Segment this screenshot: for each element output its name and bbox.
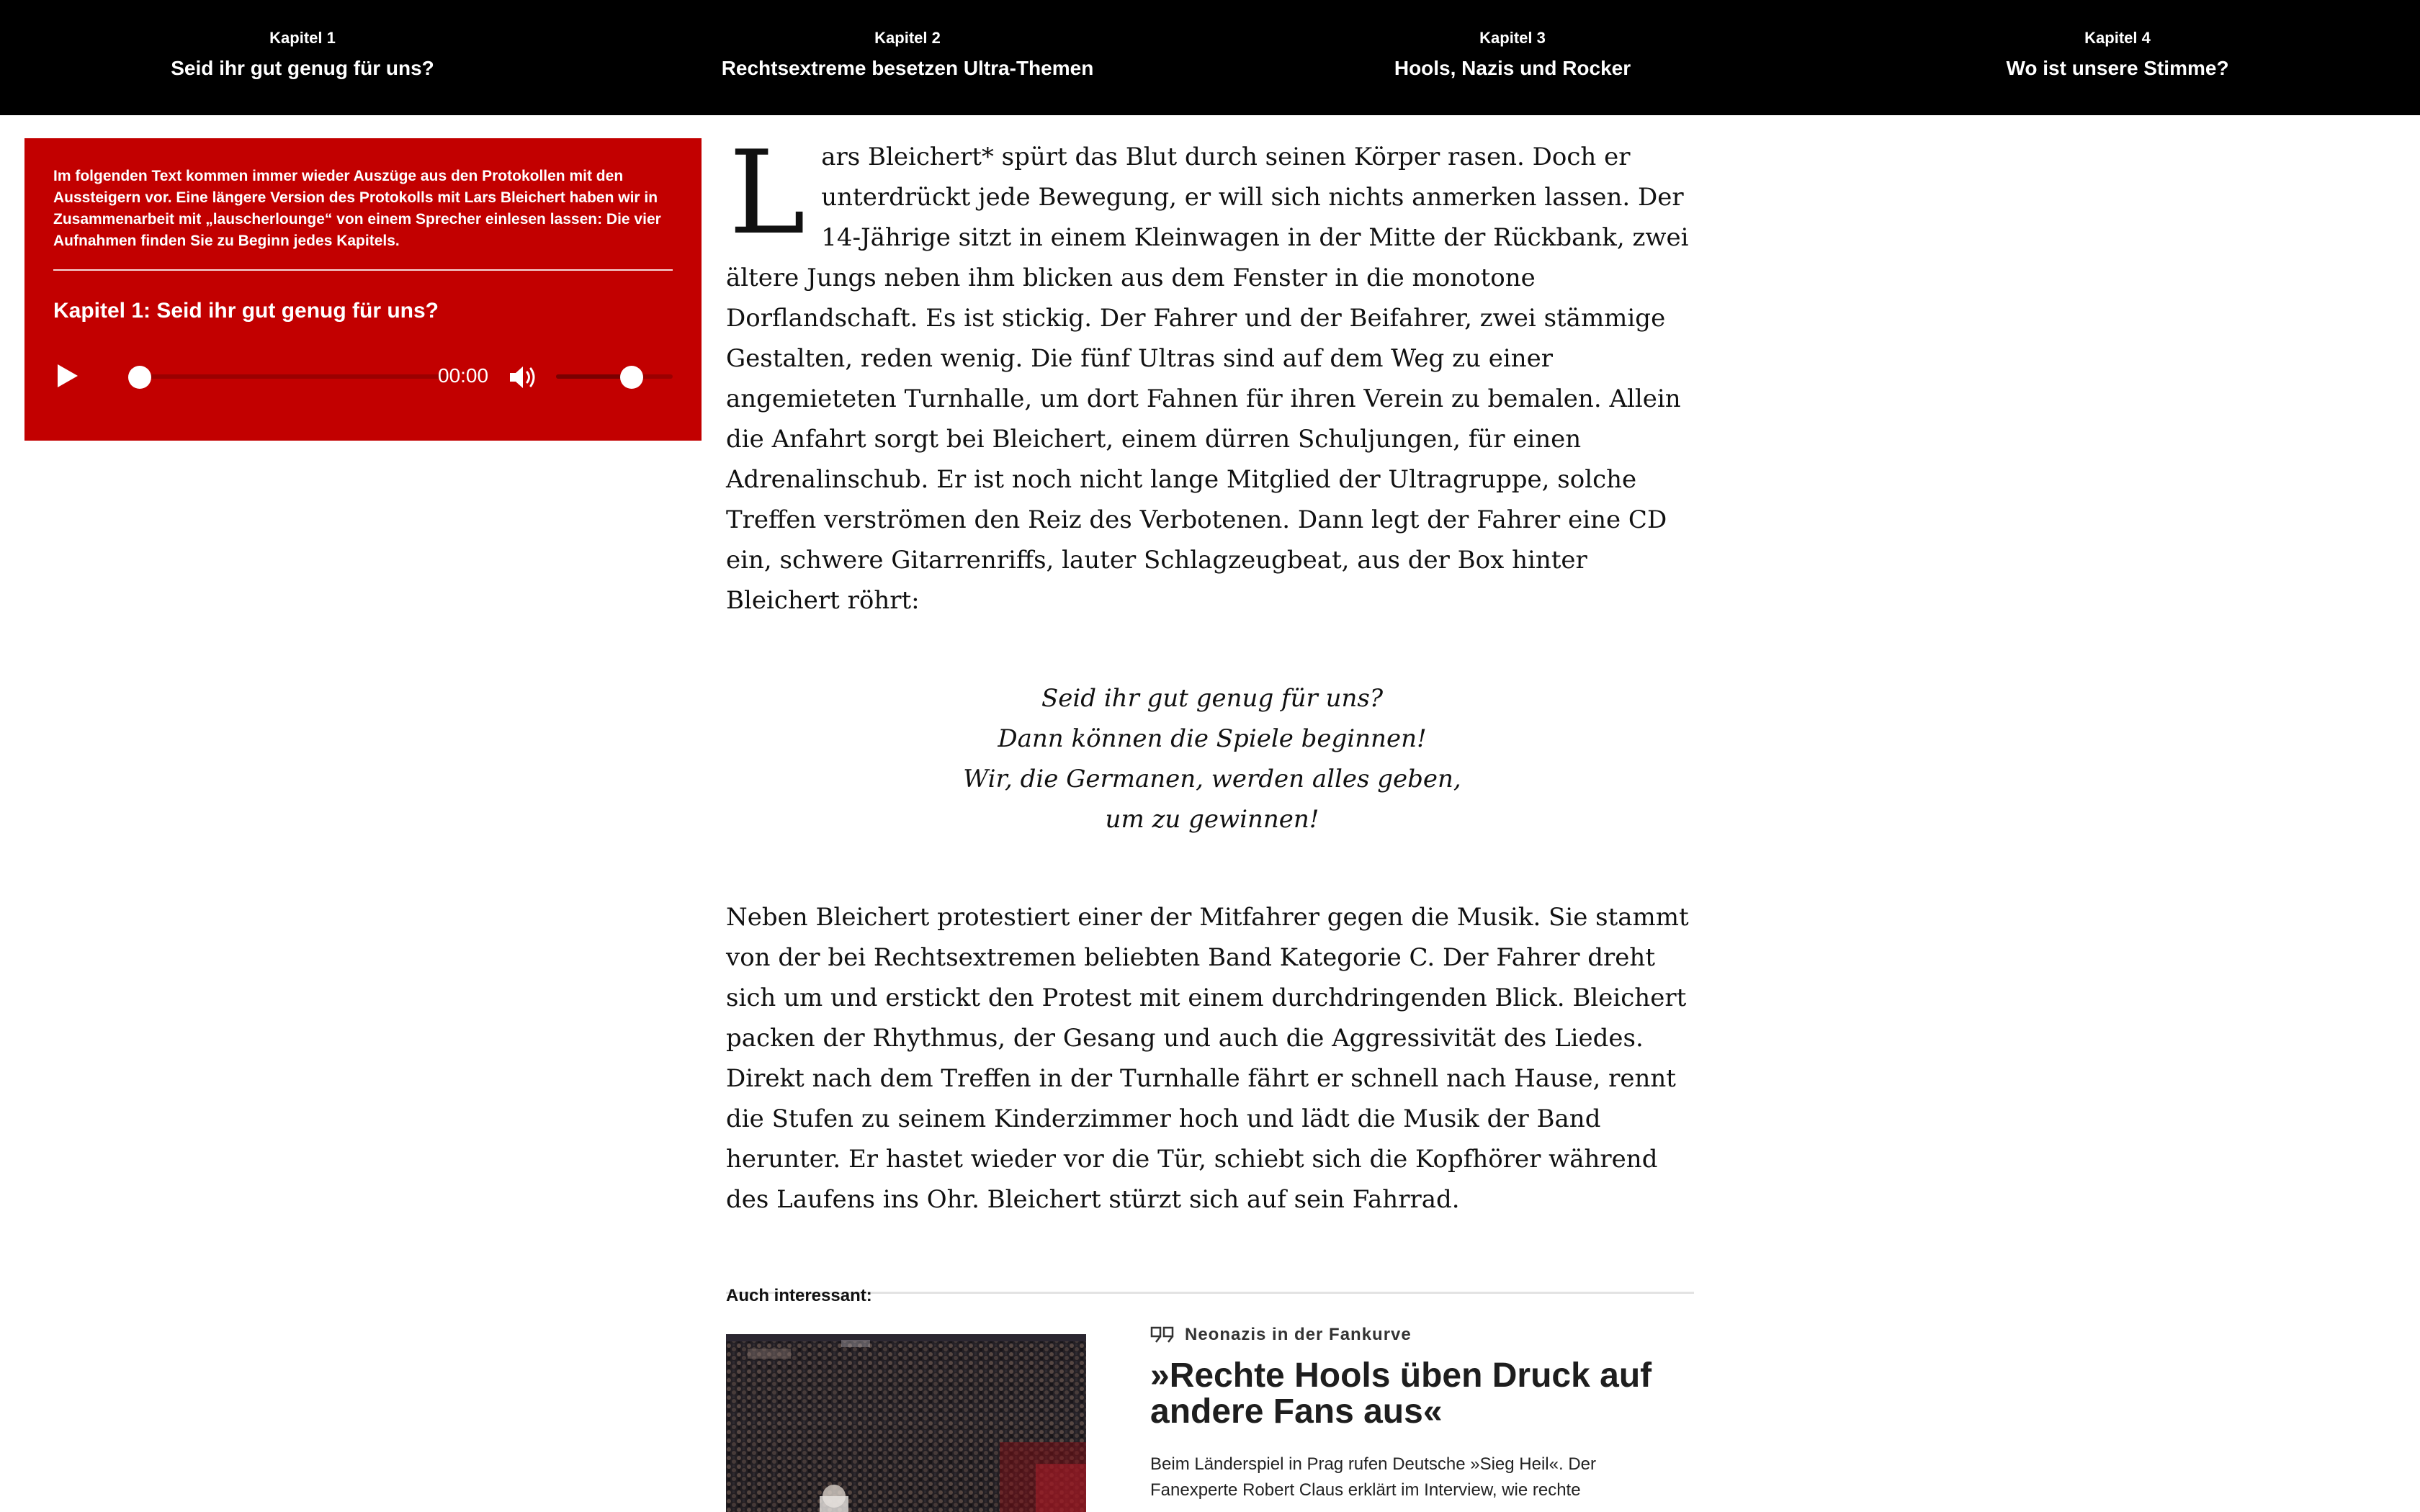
article-paragraph-2: Neben Bleichert protestiert einer der Mi… bbox=[726, 903, 1689, 1214]
teaser-headline-link[interactable]: »Rechte Hools üben Druck auf andere Fans… bbox=[1150, 1358, 1669, 1430]
chapter-title: Seid ihr gut genug für uns? bbox=[171, 57, 434, 79]
time-display: 00:00 bbox=[438, 364, 489, 387]
lyrics-line: Seid ihr gut genug für uns? bbox=[1041, 684, 1384, 713]
teaser-kicker: Neonazis in der Fankurve bbox=[1150, 1325, 1412, 1345]
quote-icon bbox=[1150, 1326, 1174, 1343]
progress-handle[interactable] bbox=[128, 366, 151, 389]
chapter-kicker: Kapitel 4 bbox=[2084, 29, 2151, 47]
speaker-icon[interactable] bbox=[508, 364, 539, 390]
chapter-title: Rechtsextreme besetzen Ultra-Themen bbox=[721, 57, 1094, 79]
chapter-tab-4[interactable]: Kapitel 4 Wo ist unsere Stimme? bbox=[1815, 0, 2420, 115]
teaser-lead: Beim Länderspiel in Prag rufen Deutsche … bbox=[1150, 1454, 1596, 1500]
volume-handle[interactable] bbox=[620, 366, 644, 389]
stadium-crowd-image bbox=[726, 1334, 1086, 1512]
progress-track[interactable] bbox=[131, 374, 448, 379]
chapter-title: Hools, Nazis und Rocker bbox=[1394, 57, 1631, 79]
article-paragraph-1: Lars Bleichert* spürt das Blut durch sei… bbox=[726, 125, 1698, 621]
drop-cap: L bbox=[729, 125, 806, 260]
chapter-tab-3[interactable]: Kapitel 3 Hools, Nazis und Rocker bbox=[1210, 0, 1815, 115]
chapter-kicker: Kapitel 3 bbox=[1479, 29, 1546, 47]
related-label: Auch interessant: bbox=[726, 1286, 872, 1305]
chapter-kicker: Kapitel 1 bbox=[269, 29, 336, 47]
lyrics-line: Wir, die Germanen, werden alles geben, bbox=[963, 765, 1461, 793]
chapter-tab-1[interactable]: Kapitel 1 Seid ihr gut genug für uns? bbox=[0, 0, 605, 115]
play-icon[interactable] bbox=[55, 361, 81, 390]
lyrics-line: um zu gewinnen! bbox=[1105, 805, 1319, 834]
chapter-tab-2[interactable]: Kapitel 2 Rechtsextreme besetzen Ultra-T… bbox=[605, 0, 1210, 115]
audio-box: Im folgenden Text kommen immer wieder Au… bbox=[24, 138, 702, 441]
lyrics-line: Dann können die Spiele beginnen! bbox=[998, 724, 1427, 753]
audio-chapter-title: Kapitel 1: Seid ihr gut genug für uns? bbox=[53, 299, 439, 323]
audio-divider bbox=[53, 269, 673, 271]
chapter-title: Wo ist unsere Stimme? bbox=[2006, 57, 2229, 79]
song-lyrics: Seid ihr gut genug für uns? Dann können … bbox=[726, 678, 1698, 840]
chapter-kicker: Kapitel 2 bbox=[874, 29, 941, 47]
teaser-image[interactable] bbox=[726, 1334, 1086, 1512]
volume-track[interactable] bbox=[556, 374, 673, 379]
teaser-kicker-text: Neonazis in der Fankurve bbox=[1185, 1325, 1412, 1344]
article-body: Lars Bleichert* spürt das Blut durch sei… bbox=[726, 125, 1698, 1294]
paragraph-text: ars Bleichert* spürt das Blut durch sein… bbox=[726, 143, 1689, 615]
audio-intro-text: Im folgenden Text kommen immer wieder Au… bbox=[53, 168, 661, 249]
audio-player: 00:00 bbox=[53, 354, 673, 397]
chapter-nav: Kapitel 1 Seid ihr gut genug für uns? Ka… bbox=[0, 0, 2420, 115]
